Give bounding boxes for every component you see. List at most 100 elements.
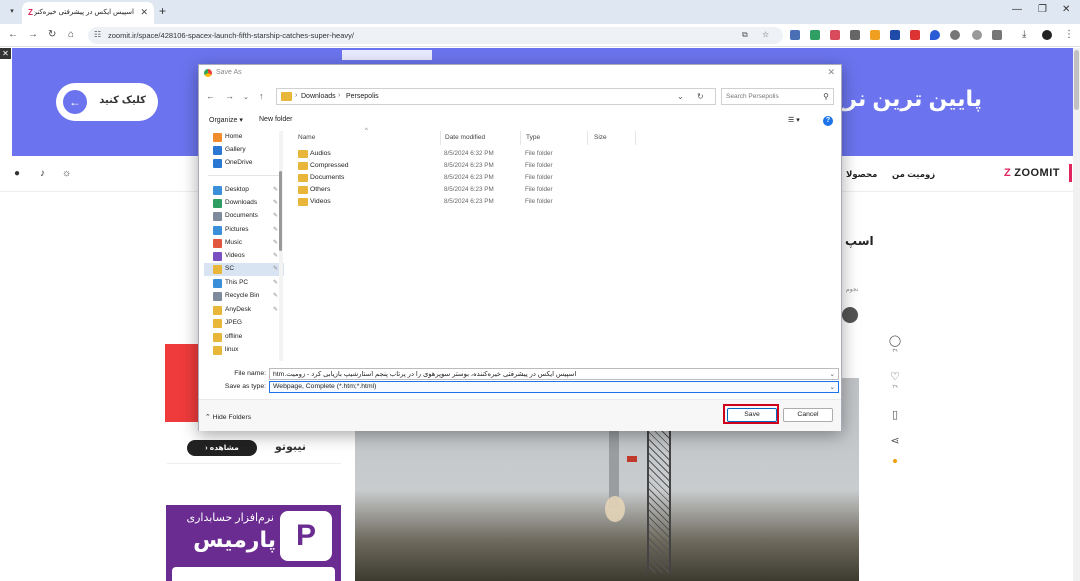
zoomit-logo[interactable]: Z ZOOMIT (1004, 167, 1060, 179)
nav-item-offline[interactable]: offline (204, 331, 284, 344)
column-name[interactable]: Name (298, 134, 315, 141)
address-dropdown-icon[interactable]: ⌄ (677, 92, 684, 101)
file-row-videos[interactable]: Videos 8/5/2024 6:23 PM File folder (294, 196, 624, 208)
extension-shield-icon[interactable] (930, 30, 940, 40)
organize-button[interactable]: Organize ▾ (209, 116, 243, 124)
dialog-forward-icon[interactable]: → (225, 91, 234, 101)
nav-item-this-pc[interactable]: This PC ✎ (204, 277, 284, 290)
extension-green-icon[interactable] (810, 30, 820, 40)
home-icon[interactable]: ⌂ (68, 29, 74, 40)
comment-icon[interactable]: ◯ (886, 334, 904, 347)
ad-view-button[interactable]: مشاهده ‹ (187, 440, 257, 456)
save-type-select[interactable]: Webpage, Complete (*.htm;*.html) ⌄ (269, 381, 839, 393)
file-row-compressed[interactable]: Compressed 8/5/2024 6:23 PM File folder (294, 160, 624, 172)
extension-red-icon[interactable] (910, 30, 920, 40)
banner-close-icon[interactable]: ✕ (0, 48, 11, 59)
minimize-icon[interactable]: — (1012, 4, 1022, 15)
forward-icon[interactable]: → (28, 29, 38, 40)
tab-close-icon[interactable]: ✕ (140, 7, 148, 18)
nav-item-jpeg[interactable]: JPEG (204, 317, 284, 330)
column-type[interactable]: Type (526, 134, 540, 141)
help-icon[interactable]: ? (823, 116, 833, 126)
dialog-back-icon[interactable]: ← (206, 91, 215, 101)
nav-item-anydesk[interactable]: AnyDesk ✎ (204, 304, 284, 317)
column-divider[interactable] (520, 131, 521, 145)
refresh-icon[interactable]: ↻ (697, 92, 704, 101)
nav-pane-scrollbar[interactable] (279, 131, 283, 361)
extension-pocket-icon[interactable] (830, 30, 840, 40)
hide-folders-button[interactable]: ⌃ Hide Folders (205, 413, 251, 421)
restore-icon[interactable]: ❐ (1038, 4, 1047, 15)
chevron-down-icon[interactable]: ⌄ (830, 383, 835, 391)
file-row-others[interactable]: Others 8/5/2024 6:23 PM File folder (294, 184, 624, 196)
bookmark-star-icon[interactable]: ☆ (762, 30, 769, 39)
nav-item-linux[interactable]: linux (204, 344, 284, 357)
banner-cta-button[interactable]: ← کلیک کنید (56, 83, 158, 121)
sidebar-ad-card[interactable]: مشاهده ‹ نیبوتو (167, 434, 341, 464)
new-folder-button[interactable]: New folder (259, 116, 292, 123)
nav-item-sc[interactable]: SC ✎ (204, 263, 284, 276)
back-icon[interactable]: ← (8, 29, 18, 40)
search-box[interactable]: Search Persepolis ⚲ (721, 88, 834, 105)
nav-item-onedrive[interactable]: OneDrive (204, 157, 284, 170)
theme-sun-icon[interactable]: ☼ (62, 168, 71, 179)
dialog-close-icon[interactable]: ✕ (827, 67, 835, 78)
extension-mail-icon[interactable] (850, 30, 860, 40)
dialog-titlebar[interactable]: Save As ✕ (199, 65, 841, 81)
nav-pane-scroll-thumb[interactable] (279, 171, 282, 251)
nav-link-my-zoomit[interactable]: زومیت من (892, 169, 935, 180)
address-breadcrumb[interactable]: › Downloads › Persepolis ⌄ ↻ (276, 88, 716, 105)
column-date-modified[interactable]: Date modified (445, 134, 485, 141)
close-window-icon[interactable]: ✕ (1062, 4, 1070, 15)
browser-tab[interactable]: Z اسپیس ایکس در پیشرفتی خیره‌کنن ✕ (22, 2, 154, 24)
nav-link-products[interactable]: محصولا (846, 169, 877, 180)
nav-item-gallery[interactable]: Gallery (204, 144, 284, 157)
file-row-documents[interactable]: Documents 8/5/2024 6:23 PM File folder (294, 172, 624, 184)
like-heart-icon[interactable]: ♡ (886, 370, 904, 383)
page-scrollbar[interactable] (1073, 48, 1080, 581)
download-icon[interactable]: ⤓ (1022, 29, 1026, 40)
column-size[interactable]: Size (594, 134, 607, 141)
nav-item-videos[interactable]: Videos ✎ (204, 250, 284, 263)
file-name-input[interactable]: اسپیس ایکس در پیشرفتی خیره‌کننده، بوستر … (269, 368, 839, 380)
extensions-puzzle-icon[interactable] (992, 30, 1002, 40)
extension-blue-icon[interactable] (890, 30, 900, 40)
nav-item-documents[interactable]: Documents ✎ (204, 210, 284, 223)
extension-orange-icon[interactable] (870, 30, 880, 40)
up-folder-icon[interactable]: ↑ (259, 91, 264, 101)
author-avatar[interactable] (842, 307, 858, 323)
new-tab-icon[interactable]: + (159, 4, 166, 18)
chevron-down-icon[interactable]: ⌄ (830, 370, 835, 378)
file-row-audios[interactable]: Audios 8/5/2024 6:32 PM File folder (294, 148, 624, 160)
search-icon[interactable]: ⚲ (823, 92, 829, 101)
user-icon[interactable]: ● (14, 168, 20, 179)
sidebar-ad-parmis[interactable]: نرم‌افزار حسابداری پارمیس P (166, 505, 341, 581)
menu-dots-icon[interactable]: ⋮ (1064, 29, 1074, 40)
breadcrumb-downloads[interactable]: Downloads (301, 93, 336, 100)
nav-item-music[interactable]: Music ✎ (204, 237, 284, 250)
nav-item-pictures[interactable]: Pictures ✎ (204, 224, 284, 237)
nav-item-recycle-bin[interactable]: Recycle Bin ✎ (204, 290, 284, 303)
install-app-icon[interactable]: ⧉ (742, 30, 748, 40)
nav-item-desktop[interactable]: Desktop ✎ (204, 184, 284, 197)
site-info-icon[interactable]: ☷ (94, 30, 101, 39)
nav-item-downloads[interactable]: Downloads ✎ (204, 197, 284, 210)
column-divider[interactable] (440, 131, 441, 145)
breadcrumb-persepolis[interactable]: Persepolis (346, 93, 379, 100)
address-bar[interactable]: ☷ zoomit.ir/space/428106-spacex-launch-f… (88, 27, 783, 44)
recent-locations-icon[interactable]: ⌄ (243, 93, 249, 101)
notification-bell-icon[interactable]: ♪ (40, 168, 45, 179)
save-button[interactable]: Save (727, 408, 777, 422)
article-category[interactable]: نجوم (846, 286, 858, 293)
view-options-icon[interactable]: ☰ ▾ (788, 116, 800, 124)
extension-feather-icon[interactable] (972, 30, 982, 40)
tab-search-icon[interactable]: ▾ (5, 5, 19, 19)
extension-gray-icon[interactable] (950, 30, 960, 40)
reload-icon[interactable]: ↻ (48, 29, 56, 40)
nav-item-home[interactable]: Home (204, 131, 284, 144)
profile-avatar[interactable] (1042, 30, 1052, 40)
extension-save-icon[interactable] (790, 30, 800, 40)
bookmark-icon[interactable]: ▯ (886, 408, 904, 421)
share-icon[interactable]: ⋖ (886, 434, 904, 447)
page-scroll-thumb[interactable] (1074, 50, 1079, 110)
